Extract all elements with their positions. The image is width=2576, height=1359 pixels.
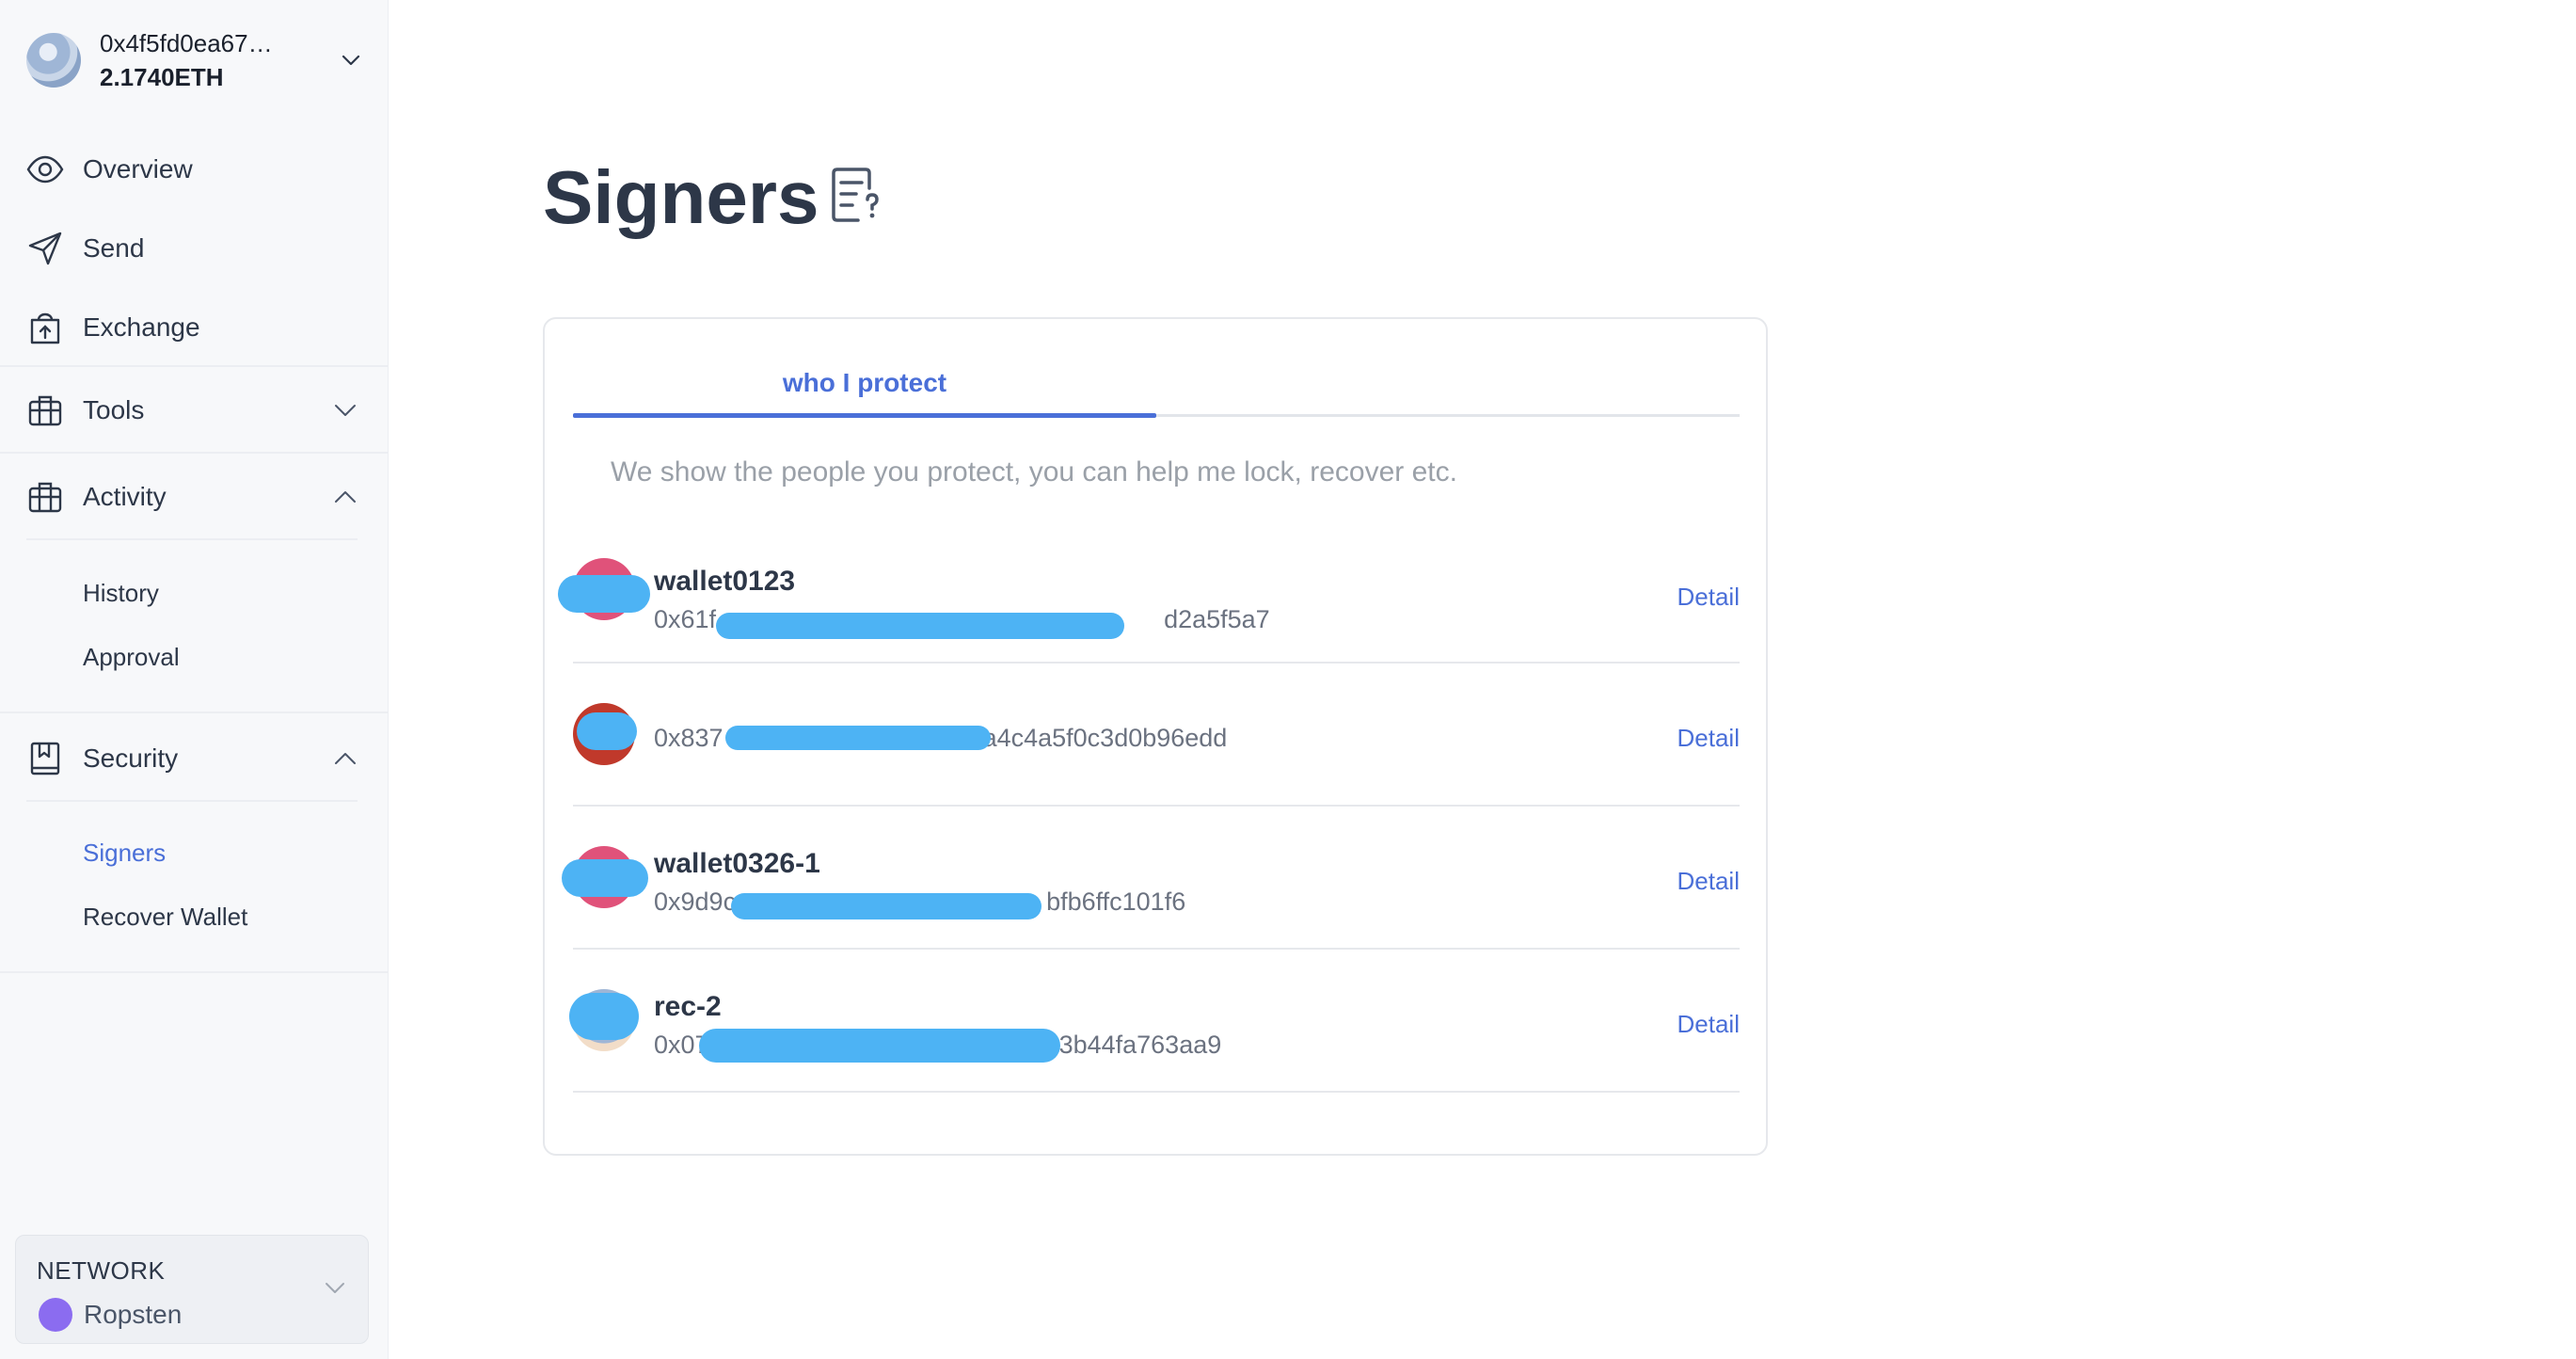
address-start: 0x61f bbox=[654, 605, 717, 633]
tab-bar: who I protect bbox=[573, 366, 1740, 418]
address-end: a4c4a5f0c3d0b96edd bbox=[982, 724, 1228, 752]
address-start: 0x9d9c bbox=[654, 887, 737, 916]
chevron-down-icon bbox=[332, 397, 358, 424]
network-status-dot bbox=[39, 1298, 72, 1332]
redaction-mark bbox=[699, 1029, 1060, 1063]
redaction-mark bbox=[577, 712, 637, 750]
book-icon bbox=[26, 740, 64, 777]
signer-row: wallet0326-1 0x9d9c bfb6ffc101f6 Detail bbox=[562, 807, 1740, 950]
redaction-mark bbox=[569, 993, 639, 1040]
redaction-mark bbox=[725, 726, 991, 750]
sidebar-subitem-approval[interactable]: Approval bbox=[83, 640, 180, 674]
sidebar-subitem-signers[interactable]: Signers bbox=[83, 836, 166, 870]
sidebar-item-send[interactable]: Send bbox=[0, 209, 389, 288]
sidebar-item-security[interactable]: Security bbox=[0, 719, 389, 798]
signer-name: wallet0326-1 bbox=[654, 848, 820, 879]
eye-icon bbox=[26, 151, 64, 188]
network-selector[interactable]: NETWORK Ropsten bbox=[15, 1235, 369, 1344]
sidebar-item-activity[interactable]: Activity bbox=[0, 457, 389, 536]
toolbox-icon bbox=[26, 392, 64, 429]
account-info: 0x4f5fd0ea67… 2.1740ETH bbox=[100, 26, 337, 94]
signer-row: wallet0123 0x61f d2a5f5a7 Detail bbox=[558, 520, 1740, 664]
sidebar-item-label: Send bbox=[83, 233, 145, 263]
tab-label: who I protect bbox=[782, 368, 947, 397]
sidebar-item-label: Security bbox=[83, 743, 179, 773]
signer-name: rec-2 bbox=[654, 991, 722, 1022]
sidebar-item-label: Activity bbox=[83, 482, 167, 511]
signer-name: wallet0123 bbox=[654, 566, 796, 597]
shopping-bag-icon bbox=[26, 309, 64, 346]
sidebar-item-label: Tools bbox=[83, 395, 145, 424]
signer-row: rec-2 0x07 3b44fa763aa9 Detail bbox=[569, 950, 1740, 1093]
redaction-mark bbox=[716, 613, 1124, 639]
address-end: d2a5f5a7 bbox=[1164, 605, 1270, 633]
account-address: 0x4f5fd0ea67… bbox=[100, 29, 273, 57]
sidebar-item-label: Overview bbox=[83, 154, 193, 184]
sidebar-item-overview[interactable]: Overview bbox=[0, 130, 389, 209]
account-avatar bbox=[26, 33, 81, 88]
tab-description: We show the people you protect, you can … bbox=[611, 456, 1457, 488]
sidebar-item-label: Exchange bbox=[83, 312, 200, 342]
redaction-mark bbox=[731, 893, 1042, 919]
paper-plane-icon bbox=[26, 230, 64, 267]
divider bbox=[0, 711, 389, 713]
account-balance: 2.1740ETH bbox=[100, 63, 224, 91]
divider bbox=[0, 971, 389, 973]
chevron-down-icon bbox=[323, 1275, 347, 1300]
chevron-up-icon bbox=[332, 745, 358, 772]
sidebar-item-tools[interactable]: Tools bbox=[0, 371, 389, 450]
detail-link[interactable]: Detail bbox=[1678, 1010, 1740, 1039]
network-name: Ropsten bbox=[84, 1300, 183, 1329]
active-tab-indicator bbox=[573, 413, 1156, 418]
sidebar-item-exchange[interactable]: Exchange bbox=[0, 288, 389, 367]
signers-card: who I protect We show the people you pro… bbox=[543, 317, 1768, 1156]
network-title: NETWORK bbox=[37, 1256, 166, 1285]
account-switcher[interactable]: 0x4f5fd0ea67… 2.1740ETH bbox=[26, 23, 365, 98]
divider bbox=[26, 538, 358, 540]
address-end: 3b44fa763aa9 bbox=[1058, 1031, 1222, 1059]
sidebar-subitem-history[interactable]: History bbox=[83, 576, 159, 610]
address-start: 0x837 bbox=[654, 724, 724, 752]
divider bbox=[0, 365, 389, 367]
detail-link[interactable]: Detail bbox=[1678, 583, 1740, 612]
redaction-mark bbox=[562, 859, 648, 897]
signer-row: 0x837 a4c4a5f0c3d0b96edd Detail bbox=[573, 664, 1740, 807]
sidebar-subitem-recover-wallet[interactable]: Recover Wallet bbox=[83, 900, 247, 934]
sidebar: 0x4f5fd0ea67… 2.1740ETH Overview Send Ex… bbox=[0, 0, 389, 1359]
divider bbox=[0, 452, 389, 454]
briefcase-icon bbox=[26, 478, 64, 516]
tab-who-i-protect[interactable]: who I protect bbox=[573, 366, 1156, 417]
divider bbox=[26, 800, 358, 802]
address-end: bfb6ffc101f6 bbox=[1046, 887, 1186, 916]
chevron-up-icon bbox=[332, 484, 358, 510]
detail-link[interactable]: Detail bbox=[1678, 867, 1740, 896]
detail-link[interactable]: Detail bbox=[1678, 724, 1740, 753]
redaction-mark bbox=[558, 575, 650, 613]
chevron-down-icon[interactable] bbox=[337, 46, 365, 74]
page-title: Signers bbox=[543, 155, 819, 239]
document-question-icon[interactable] bbox=[828, 166, 886, 224]
